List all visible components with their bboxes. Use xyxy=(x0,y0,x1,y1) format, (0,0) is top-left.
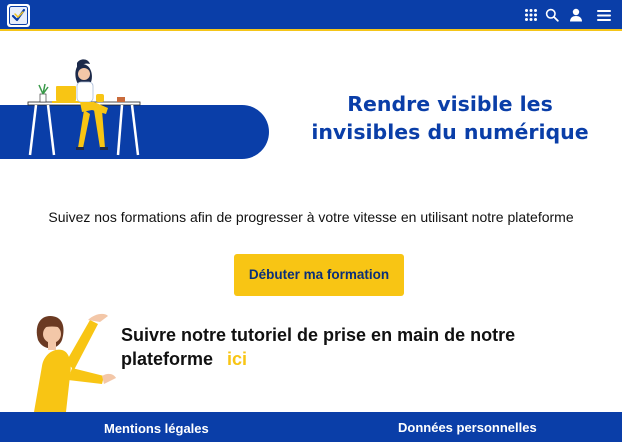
tutorial-text-block: Suivre notre tutoriel de prise en main d… xyxy=(121,323,541,371)
start-training-button[interactable]: Débuter ma formation xyxy=(234,254,404,296)
hero-title-line-1: Rendre visible les xyxy=(347,92,553,116)
top-navigation-bar xyxy=(0,0,622,31)
apps-grid-icon[interactable] xyxy=(524,8,538,22)
hero-title-line-2: invisibles du numérique xyxy=(311,120,589,144)
footer: Mentions légales Données personnelles xyxy=(0,412,622,442)
footer-link-legal-notices[interactable]: Mentions légales xyxy=(104,421,209,436)
tutorial-link[interactable]: ici xyxy=(227,349,247,369)
tutorial-text: Suivre notre tutoriel de prise en main d… xyxy=(121,325,516,369)
check-shield-logo-icon[interactable] xyxy=(7,4,30,27)
woman-at-desk-laptop-illustration xyxy=(22,58,142,158)
intro-text: Suivez nos formations afin de progresser… xyxy=(48,209,574,225)
user-icon[interactable] xyxy=(569,8,583,22)
menu-icon[interactable] xyxy=(597,8,611,22)
hero-title: Rendre visible les invisibles du numériq… xyxy=(300,90,600,146)
woman-presenting-illustration xyxy=(28,306,120,412)
footer-link-personal-data[interactable]: Données personnelles xyxy=(398,420,537,435)
search-icon[interactable] xyxy=(545,8,559,22)
